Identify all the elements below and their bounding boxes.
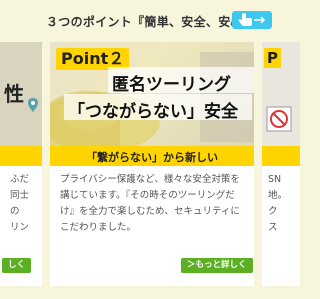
text-line: ス [268,222,278,233]
text-line: 同士 [10,190,30,201]
text-line: ふだ [10,174,30,185]
no-follow-sign-icon [266,106,292,132]
more-details-button-previous[interactable]: しく [2,258,32,273]
slide-subtitle: 「繋がらない」から新しい [86,151,218,164]
slide-subtitle-bar [262,146,300,166]
point-badge-next: P [264,48,281,68]
map-pin-icon [28,98,38,112]
more-details-button[interactable]: ＞もっと詳しく [181,258,253,273]
slide-image-next: P [262,42,300,146]
slide-body-previous: ふだ 同士 の リン [10,172,42,236]
text-line: リン [10,222,30,233]
slide-body-next: SN 地。 ク ス [268,172,300,236]
slide-title-line1: 匿名ツーリング [112,75,231,95]
slide-image-previous: 性 [0,42,42,146]
swipe-hint-badge[interactable] [232,11,272,29]
slide-body: プライバシー保護など、様々な安全対策を講じています。『その時そのツーリングだけ』… [60,174,240,233]
section-title: ３つのポイント『簡単、安全、安心』 [46,15,256,29]
slide-image-current: Point２ 匿名ツーリング 「つながらない」安全 [50,42,254,146]
text-line: 地。 [268,190,288,201]
slide-heading-fragment: 性 [4,82,24,106]
slide-card-previous[interactable]: 性 ふだ 同士 の リン しく [0,42,42,286]
slide-subtitle-bar [0,146,42,166]
section-header: ３つのポイント『簡単、安全、安心』 [0,0,300,42]
slide-card-current[interactable]: Point２ 匿名ツーリング 「つながらない」安全 「繋がらない」から新しい プ… [50,42,254,286]
slide-title-line2: 「つながらない」安全 [68,102,238,122]
hand-pointer-icon [238,13,266,26]
text-line: SN [268,174,282,185]
text-line: ク [268,206,278,217]
text-line: の [10,206,20,217]
slide-card-next[interactable]: P SN 地。 ク ス [262,42,300,286]
